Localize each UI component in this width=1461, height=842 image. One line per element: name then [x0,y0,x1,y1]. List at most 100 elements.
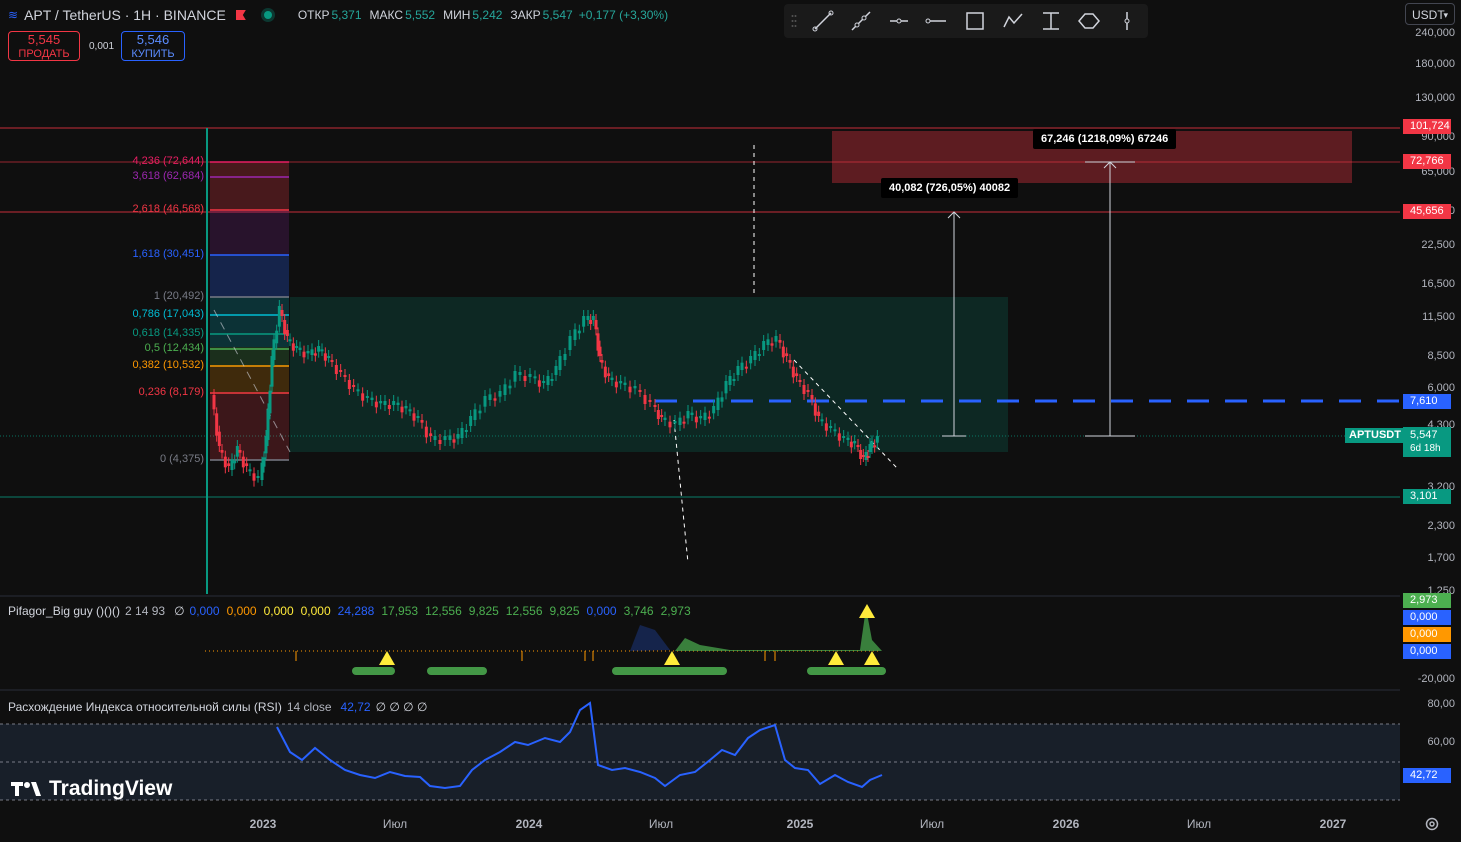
time-axis-label: 2027 [1319,817,1347,831]
settings-gear-icon[interactable] [1424,816,1440,835]
rsi-axis-80: 80,00 [1427,698,1455,710]
candle-body [766,339,770,345]
price-tag-72: 72,766 [1403,154,1451,169]
candle-body [753,351,757,360]
fib-level-label: 1,618 (30,451) [132,248,204,260]
currency-selector[interactable]: USDT ▾ [1405,3,1455,25]
candle-body [270,356,274,387]
rectangle-icon[interactable] [956,4,994,38]
candle-body [875,436,879,443]
candle-body [245,463,249,466]
indicator1-value: 0,000 [300,604,331,618]
candle-body [678,417,682,425]
candle-body [607,373,611,376]
candle-body [400,406,404,413]
fib-icon[interactable] [1032,4,1070,38]
candle-body [473,409,477,420]
candle-body [619,381,623,384]
candle-body [241,456,245,468]
main-chart-canvas[interactable] [0,0,1461,842]
candle-body [728,376,732,385]
indicator1-value: 0,000 [226,604,257,618]
indicator1-value: 24,288 [337,604,375,618]
candle-body [374,401,378,408]
candle-body [744,366,748,369]
drag-handle-icon[interactable] [784,4,804,38]
indicator1-value: 0,000 [586,604,617,618]
indicator1-value: 12,556 [505,604,543,618]
candle-body [365,396,369,398]
candle-body [288,339,292,342]
candle-body [438,440,442,444]
market-status-icon [263,11,272,19]
indicator1-value: 0,000 [263,604,294,618]
candle-body [582,316,586,327]
indicator1-axis-tag: 0,000 [1403,610,1451,625]
chevron-down-icon: ▾ [1443,10,1448,20]
vertical-line-icon[interactable] [1108,4,1146,38]
candle-body [653,405,657,407]
high-value: 5,552 [405,8,436,22]
symbol-title[interactable]: APT / TetherUS · 1H · BINANCE [24,7,226,23]
candle-body [813,403,817,416]
candle-body [537,380,541,387]
candle-body [859,450,863,459]
candle-body [861,455,865,457]
candle-body [533,376,537,379]
sell-label: ПРОДАТЬ [18,48,70,60]
candle-body [643,395,647,404]
candle-body [252,473,256,481]
candle-body [327,356,331,358]
candle-body [508,385,512,389]
ellipse-icon[interactable] [1070,4,1108,38]
candle-body [810,395,814,400]
close-value: 5,547 [542,8,573,22]
flag-icon[interactable] [235,10,246,20]
change-value: +0,177 (+3,30%) [578,8,669,22]
sell-button[interactable]: 5,545 ПРОДАТЬ [8,31,80,61]
buy-price: 5,546 [136,32,170,47]
candle-body [262,457,266,467]
candle-body [638,390,642,392]
sell-price: 5,545 [27,32,61,47]
candle-body [842,436,846,438]
indicator1-legend[interactable]: Pifagor_Big guy ()()() 2 14 93 ∅ 0,000 0,… [8,604,691,618]
candle-body [795,373,799,376]
price-axis-label: 180,000 [1415,58,1455,70]
last-price-tag: 5,547 6d 18h [1403,427,1451,457]
horizontal-line-icon[interactable] [918,4,956,38]
trend-line-icon[interactable] [804,4,842,38]
candle-body [215,413,219,436]
tradingview-logo[interactable]: TradingView [11,777,172,801]
fib-level-label: 0,236 (8,179) [138,386,204,398]
candle-body [513,371,517,382]
candle-body [356,389,360,392]
candle-body [707,416,711,419]
path-icon[interactable] [994,4,1032,38]
candle-body [732,379,736,381]
candle-body [820,419,824,422]
fib-level-label: 1 (20,492) [153,290,204,302]
candle-body [781,346,785,358]
candle-body [310,349,314,355]
candle-body [238,450,242,453]
osc-signal-band [612,667,727,675]
horizontal-ray-icon[interactable] [880,4,918,38]
osc-green-area [675,608,882,651]
candle-body [347,380,351,389]
buy-button[interactable]: 5,546 КУПИТЬ [121,31,185,61]
candle-body [542,381,546,383]
price-tag-45: 45,656 [1403,204,1451,219]
candle-body [833,429,837,432]
candle-body [870,441,874,448]
indicator2-legend[interactable]: Расхождение Индекса относительной силы (… [8,700,427,714]
currency-label: USDT [1412,8,1445,22]
time-axis-label: Июл [382,817,408,831]
indicator2-value: 42,72 [340,700,371,714]
candle-body [291,343,295,351]
candle-body [268,390,272,414]
candle-body [770,343,774,346]
ray-icon[interactable] [842,4,880,38]
candle-body [408,409,412,412]
candle-body [610,377,614,380]
